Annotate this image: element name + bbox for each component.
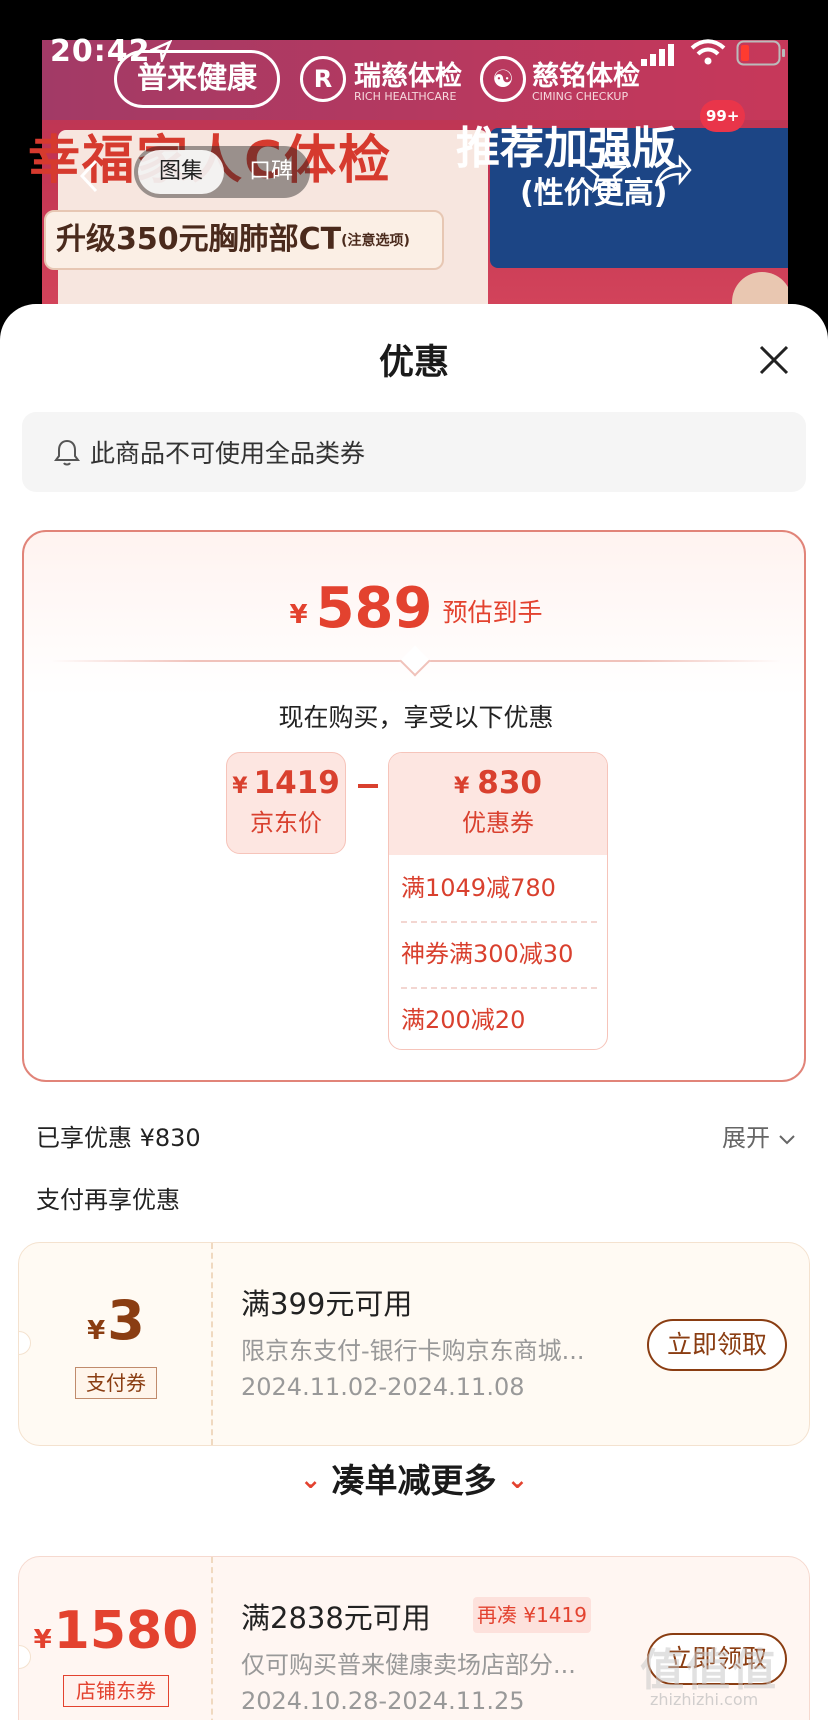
cart-count-badge: 99+ xyxy=(700,100,746,132)
pay-coupon-left: ¥3 支付券 xyxy=(19,1243,213,1445)
shop-coupon-value: ¥1580 xyxy=(19,1601,213,1661)
notice-text: 此商品不可使用全品类券 xyxy=(90,439,366,468)
pay-coupon-tag: 支付券 xyxy=(75,1367,157,1399)
close-icon[interactable] xyxy=(756,342,792,378)
shop-coupon-desc: 仅可购买普来健康卖场店部分... xyxy=(241,1651,576,1679)
buy-now-text: 现在购买，享受以下优惠 xyxy=(278,703,554,732)
promo-title: 推荐加强版 xyxy=(456,123,676,174)
enjoyed-discount: 已享优惠 ¥830 xyxy=(36,1124,201,1152)
chevron-down-icon: ⌄ xyxy=(506,1465,529,1495)
coupon-item: 满1049减780 xyxy=(401,874,556,902)
jd-price-box: ¥1419 京东价 xyxy=(226,752,346,854)
back-arrow-icon[interactable] xyxy=(78,158,100,194)
final-price: ¥589 预估到手 xyxy=(24,576,808,641)
add-on-badge: 再凑 ¥1419 xyxy=(473,1597,591,1633)
pay-coupon-title: 满399元可用 xyxy=(241,1287,413,1321)
pay-coupon-amount: 3 xyxy=(107,1289,145,1352)
tab-gallery[interactable]: 图集 xyxy=(138,150,224,194)
final-price-currency: ¥ xyxy=(289,600,308,630)
jd-price-amount: 1419 xyxy=(253,765,340,801)
bell-icon xyxy=(54,439,80,466)
combine-title: 凑单减更多 xyxy=(331,1461,497,1500)
expand-toggle[interactable]: 展开 xyxy=(722,1118,796,1153)
discount-sheet: 优惠 此商品不可使用全品类券 ¥589 预估到手 现在购买，享受以下优惠 ¥141… xyxy=(0,304,828,1720)
jd-price-value: ¥1419 xyxy=(227,765,345,801)
shop-coupon-currency: ¥ xyxy=(33,1625,52,1655)
claim-pay-coupon-button[interactable]: 立即领取 xyxy=(647,1319,787,1371)
chevron-down-icon xyxy=(778,1135,795,1145)
jd-price-currency: ¥ xyxy=(232,774,248,799)
shop-coupon-title: 满2838元可用 xyxy=(241,1601,431,1635)
pay-more-heading: 支付再享优惠 xyxy=(36,1186,180,1214)
shop-coupon-date: 2024.10.28-2024.11.25 xyxy=(241,1687,525,1715)
status-time: 20:42 xyxy=(50,34,151,69)
final-price-tag: 预估到手 xyxy=(442,598,543,627)
coupon-total-head: ¥830 优惠券 xyxy=(389,753,607,855)
coupon-total-value: ¥830 xyxy=(389,753,607,801)
watermark-logo: 值值值 xyxy=(640,1645,778,1696)
coupon-total-label: 优惠券 xyxy=(462,809,534,837)
pay-coupon-currency: ¥ xyxy=(87,1316,106,1346)
coupon-total-box: ¥830 优惠券 满1049减780 神券满300减30 满200减20 xyxy=(388,752,608,1050)
jd-price-label: 京东价 xyxy=(250,809,322,837)
coupon-total-amount: 830 xyxy=(477,765,543,801)
coupon-item: 满200减20 xyxy=(401,1006,526,1034)
pay-coupon-value: ¥3 xyxy=(19,1289,213,1352)
minus-sign xyxy=(358,784,378,788)
location-arrow-icon xyxy=(150,40,172,62)
tab-reviews[interactable]: 口碑 xyxy=(238,150,304,194)
sheet-title: 优惠 xyxy=(378,343,449,383)
coupon-total-currency: ¥ xyxy=(453,774,470,799)
signal-icon xyxy=(641,44,674,66)
pay-coupon-date: 2024.11.02-2024.11.08 xyxy=(241,1373,525,1401)
status-bar: 20:42 xyxy=(0,0,828,96)
final-price-amount: 589 xyxy=(315,576,433,641)
shop-coupon-amount: 1580 xyxy=(53,1601,199,1661)
share-icon[interactable] xyxy=(650,150,694,194)
shop-coupon-left: ¥1580 店铺东券 xyxy=(19,1557,213,1720)
battery-low-icon xyxy=(736,40,785,66)
wifi-icon xyxy=(690,39,726,65)
poster-subtitle-text: 升级350元胸肺部CT xyxy=(56,222,342,257)
divider-notch xyxy=(399,645,431,677)
pay-coupon-card: ¥3 支付券 满399元可用 限京东支付-银行卡购京东商城... 2024.11… xyxy=(18,1242,810,1446)
chevron-down-icon: ⌄ xyxy=(299,1465,322,1495)
pay-coupon-desc: 限京东支付-银行卡购京东商城... xyxy=(241,1337,585,1365)
poster-subtitle: 升级350元胸肺部CT(注意选项) xyxy=(44,210,444,270)
coupon-item: 神券满300减30 xyxy=(401,940,574,968)
watermark-url: zhizhizhi.com xyxy=(650,1690,759,1709)
price-calculation-card: ¥589 预估到手 现在购买，享受以下优惠 ¥1419 京东价 ¥830 优惠券 … xyxy=(22,530,806,1082)
favorite-star-icon[interactable] xyxy=(584,150,628,194)
shop-coupon-tag: 店铺东券 xyxy=(63,1675,169,1707)
expand-label: 展开 xyxy=(722,1124,770,1152)
notice-bar: 此商品不可使用全品类券 xyxy=(22,412,806,492)
combine-heading: ⌄ 凑单减更多 ⌄ xyxy=(0,1454,828,1502)
screen: 普来健康 R 瑞慈体检 RICH HEALTHCARE ☯ 慈铭体检 CIMIN… xyxy=(0,0,828,1720)
poster-subtitle-note: (注意选项) xyxy=(341,232,410,249)
